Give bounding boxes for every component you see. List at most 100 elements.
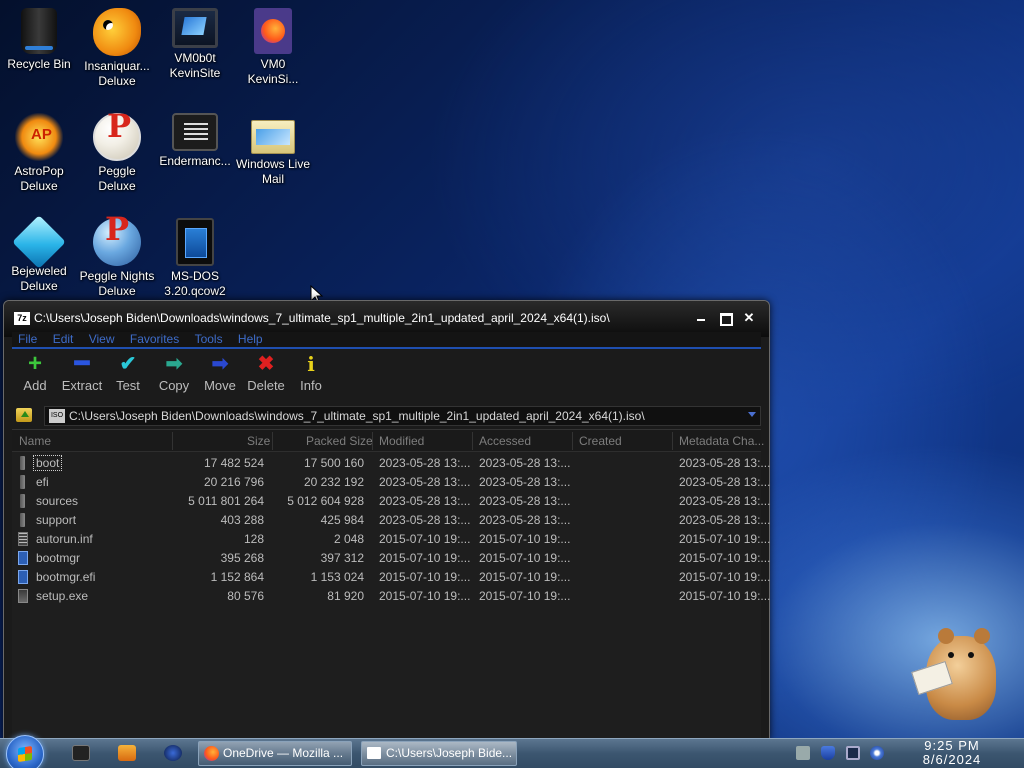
file-icon bbox=[18, 570, 28, 584]
file-modified: 2015-07-10 19:... bbox=[379, 570, 471, 584]
start-button[interactable] bbox=[6, 735, 44, 768]
file-row[interactable]: bootmgr.efi 1 152 864 1 153 024 2015-07-… bbox=[12, 568, 770, 587]
menu-file[interactable]: File bbox=[18, 332, 37, 346]
address-field[interactable]: ISO C:\Users\Joseph Biden\Downloads\wind… bbox=[44, 406, 761, 426]
file-accessed: 2015-07-10 19:... bbox=[479, 532, 571, 546]
file-row[interactable]: efi 20 216 796 20 232 192 2023-05-28 13:… bbox=[12, 473, 770, 492]
column-header-metadata[interactable]: Metadata Cha... bbox=[679, 434, 764, 448]
desktop-icon-recycle-bin[interactable]: Recycle Bin bbox=[0, 8, 78, 72]
file-packed-size: 20 232 192 bbox=[303, 475, 364, 489]
column-header-name[interactable]: Name bbox=[19, 434, 51, 448]
goldfish-icon bbox=[93, 8, 141, 56]
hamster-eye bbox=[948, 652, 954, 658]
desktop-icon-endermanch[interactable]: Endermanc... bbox=[156, 113, 234, 169]
file-row[interactable]: boot 17 482 524 17 500 160 2023-05-28 13… bbox=[12, 454, 770, 473]
copy-button[interactable]: ➡ Copy bbox=[151, 353, 197, 393]
menu-edit[interactable]: Edit bbox=[53, 332, 74, 346]
desktop-icon-peggle-deluxe[interactable]: Peggle Deluxe bbox=[78, 113, 156, 194]
delete-button[interactable]: ✖ Delete bbox=[243, 353, 289, 393]
file-name: bootmgr.efi bbox=[36, 570, 96, 584]
desktop-icon-vm0b0t[interactable]: VM0b0t KevinSite bbox=[156, 8, 234, 81]
desktop-icon-windows-live-mail[interactable]: Windows Live Mail bbox=[234, 113, 312, 187]
file-size: 403 288 bbox=[220, 513, 264, 527]
quick-launch-media-player-icon[interactable] bbox=[118, 745, 136, 761]
move-label: Move bbox=[204, 378, 236, 393]
close-button[interactable]: ✕ bbox=[740, 310, 758, 326]
desktop-icon-label: VM0b0t bbox=[174, 51, 216, 65]
quick-launch-app-icon[interactable] bbox=[164, 745, 182, 761]
column-divider[interactable] bbox=[272, 432, 273, 450]
chevron-down-icon[interactable] bbox=[748, 412, 756, 417]
quick-launch-explorer-icon[interactable] bbox=[72, 745, 90, 761]
menu-view[interactable]: View bbox=[89, 332, 115, 346]
column-divider[interactable] bbox=[572, 432, 573, 450]
desktop-icon-label: VM0 bbox=[260, 57, 286, 71]
taskbar-firefox[interactable]: OneDrive — Mozilla ... bbox=[198, 741, 352, 766]
folder-icon bbox=[20, 475, 25, 489]
volume-icon[interactable] bbox=[870, 746, 884, 760]
taskbar-firefox-label: OneDrive — Mozilla ... bbox=[223, 746, 344, 760]
info-button[interactable]: i Info bbox=[288, 353, 334, 393]
folder-up-icon[interactable] bbox=[16, 408, 32, 422]
desktop-icon-bejeweled[interactable]: Bejeweled Deluxe bbox=[0, 215, 78, 294]
column-divider[interactable] bbox=[372, 432, 373, 450]
x-icon: ✖ bbox=[257, 353, 275, 375]
taskbar-7zip[interactable]: C:\Users\Joseph Bide... bbox=[361, 741, 517, 766]
file-size: 20 216 796 bbox=[203, 475, 264, 489]
file-name: efi bbox=[36, 475, 49, 489]
column-divider[interactable] bbox=[472, 432, 473, 450]
shield-icon[interactable] bbox=[821, 746, 835, 760]
column-divider[interactable] bbox=[672, 432, 673, 450]
file-row[interactable]: autorun.inf 128 2 048 2015-07-10 19:... … bbox=[12, 530, 770, 549]
file-name: setup.exe bbox=[36, 589, 89, 603]
recycle-bin-icon bbox=[21, 8, 57, 54]
column-header-created[interactable]: Created bbox=[579, 434, 622, 448]
minimize-button[interactable] bbox=[692, 310, 710, 326]
desktop-icon-label: Peggle Nights bbox=[79, 269, 155, 283]
add-label: Add bbox=[23, 378, 47, 393]
desktop-icon-ms-dos[interactable]: MS-DOS 3.20.qcow2 bbox=[156, 218, 234, 299]
menu-tools[interactable]: Tools bbox=[195, 332, 223, 346]
tray-network-icon[interactable] bbox=[796, 746, 810, 760]
file-row[interactable]: support 403 288 425 984 2023-05-28 13:..… bbox=[12, 511, 770, 530]
maximize-button[interactable] bbox=[716, 310, 734, 326]
file-name: bootmgr bbox=[36, 551, 81, 565]
peggle-nights-icon bbox=[93, 218, 141, 266]
file-metadata-changed: 2015-07-10 19:... bbox=[679, 570, 771, 584]
desktop-icon-peggle-nights[interactable]: Peggle Nights Deluxe bbox=[78, 218, 156, 299]
file-modified: 2015-07-10 19:... bbox=[379, 532, 471, 546]
move-button[interactable]: ➡ Move bbox=[197, 353, 243, 393]
desktop-icon-vm0-kevinsite[interactable]: VM0 KevinSi... bbox=[234, 8, 312, 87]
7zip-window: 7z C:\Users\Joseph Biden\Downloads\windo… bbox=[3, 300, 770, 740]
file-name: support bbox=[36, 513, 77, 527]
column-header-packed-size[interactable]: Packed Size bbox=[306, 434, 373, 448]
hamster-mascot[interactable] bbox=[908, 622, 1008, 722]
file-metadata-changed: 2023-05-28 13:... bbox=[679, 494, 771, 508]
menu-help[interactable]: Help bbox=[238, 332, 263, 346]
desktop-icon-label: Endermanc... bbox=[159, 154, 231, 168]
file-row[interactable]: bootmgr 395 268 397 312 2015-07-10 19:..… bbox=[12, 549, 770, 568]
file-row[interactable]: sources 5 011 801 264 5 012 604 928 2023… bbox=[12, 492, 770, 511]
file-size: 128 bbox=[243, 532, 264, 546]
system-clock[interactable]: 9:25 PM 8/6/2024 bbox=[900, 739, 1004, 767]
monitor-icon[interactable] bbox=[846, 746, 860, 760]
column-header-size[interactable]: Size bbox=[247, 434, 270, 448]
vm-monitor-icon bbox=[172, 8, 218, 48]
file-packed-size: 5 012 604 928 bbox=[287, 494, 364, 508]
file-metadata-changed: 2015-07-10 19:... bbox=[679, 551, 771, 565]
desktop-icon-astropop[interactable]: AstroPop Deluxe bbox=[0, 113, 78, 194]
menu-favorites[interactable]: Favorites bbox=[130, 332, 179, 346]
file-metadata-changed: 2015-07-10 19:... bbox=[679, 589, 771, 603]
extract-button[interactable]: ━ Extract bbox=[59, 352, 105, 394]
add-button[interactable]: + Add bbox=[12, 352, 58, 394]
column-header-modified[interactable]: Modified bbox=[379, 434, 424, 448]
column-header-accessed[interactable]: Accessed bbox=[479, 434, 531, 448]
file-icon bbox=[18, 551, 28, 565]
column-divider[interactable] bbox=[172, 432, 173, 450]
desktop-icon-label: MS-DOS bbox=[171, 269, 219, 283]
test-label: Test bbox=[116, 378, 140, 393]
desktop-icon-insaniquarium[interactable]: Insaniquar... Deluxe bbox=[78, 8, 156, 89]
file-row[interactable]: setup.exe 80 576 81 920 2015-07-10 19:..… bbox=[12, 587, 770, 606]
firefox-icon bbox=[204, 746, 219, 761]
test-button[interactable]: ✔ Test bbox=[105, 353, 151, 393]
